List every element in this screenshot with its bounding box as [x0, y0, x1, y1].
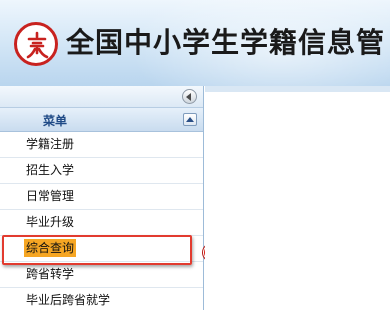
menu-item-student-registration[interactable]: 学籍注册	[0, 132, 203, 158]
menu-item-label: 招生入学	[26, 163, 75, 177]
site-title: 全国中小学生学籍信息管	[66, 26, 386, 59]
sidebar: 菜单 学籍注册 招生入学 日常管理 毕业升级 综合查询 跨省转学 毕业后跨省就学	[0, 86, 204, 310]
menu-item-label: 学籍注册	[26, 137, 75, 151]
menu-item-label: 日常管理	[26, 189, 75, 203]
menu-item-label: 毕业升级	[26, 215, 75, 229]
content-top-strip	[205, 86, 390, 92]
menu-item-graduation-promotion[interactable]: 毕业升级	[0, 210, 203, 236]
menu-item-admission[interactable]: 招生入学	[0, 158, 203, 184]
sidebar-collapse-bar	[0, 86, 203, 108]
menu-title: 菜单	[42, 114, 67, 128]
chevron-up-icon[interactable]	[183, 113, 197, 126]
annotation-highlight-box	[2, 235, 192, 265]
menu-header[interactable]: 菜单	[0, 108, 203, 132]
header-banner: 全国中小学生学籍信息管	[0, 0, 390, 86]
menu-item-post-graduation-study[interactable]: 毕业后跨省就学	[0, 288, 203, 310]
main-content	[205, 86, 390, 310]
menu-item-inter-province-transfer[interactable]: 跨省转学	[0, 262, 203, 288]
menu-item-label: 毕业后跨省就学	[26, 293, 111, 307]
menu-list: 学籍注册 招生入学 日常管理 毕业升级 综合查询 跨省转学 毕业后跨省就学	[0, 132, 203, 310]
logo-icon	[14, 22, 58, 66]
menu-item-label: 跨省转学	[26, 267, 75, 281]
collapse-sidebar-icon[interactable]	[182, 89, 197, 104]
menu-item-daily-management[interactable]: 日常管理	[0, 184, 203, 210]
